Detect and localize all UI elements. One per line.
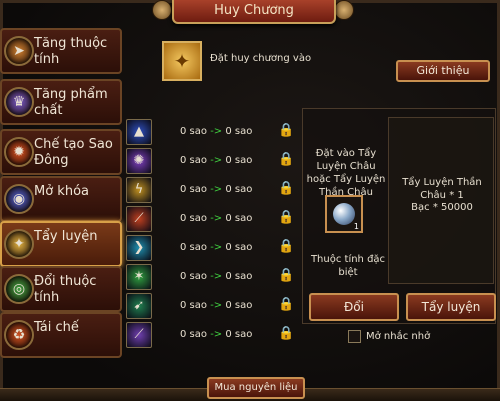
star-to: 0 sao [225, 213, 253, 224]
cost-silver: Bạc * 50000 [411, 202, 473, 213]
forge-icon: ✹ [4, 137, 34, 167]
star-to: 0 sao [225, 155, 253, 166]
green-arrow-icon: ➹ [126, 293, 152, 319]
reminder-checkbox[interactable] [348, 330, 361, 343]
refine-button[interactable]: Tẩy luyện [406, 293, 496, 321]
arrow-icon: -> [210, 126, 223, 137]
blue-gem-icon: ▲ [126, 119, 152, 145]
refine-icon: ✦ [4, 229, 34, 259]
medal-icon: ✦ [173, 49, 191, 73]
reminder-label: Mở nhắc nhở [366, 331, 431, 342]
lock-icon[interactable]: 🔒 [278, 181, 294, 197]
lock-icon[interactable]: 🔒 [278, 210, 294, 226]
refine-instruction: Đặt vào Tẩy Luyện Châu hoặc Tẩy Luyện Th… [306, 148, 386, 198]
star-from: 0 sao [180, 126, 207, 137]
green-claw-icon: ✶ [126, 264, 152, 290]
recycle-icon: ♻ [4, 320, 34, 350]
star-from: 0 sao [180, 213, 207, 224]
arrow-icon: -> [210, 300, 223, 311]
lock-icon[interactable]: 🔒 [278, 123, 294, 139]
title-ornament-right [334, 0, 354, 20]
sidebar-item[interactable]: ◎ Đổi thuộc tính [0, 266, 122, 312]
lock-icon[interactable]: 🔒 [278, 152, 294, 168]
unlock-orb-icon: ◉ [4, 184, 34, 214]
arrow-icon: -> [210, 213, 223, 224]
star-from: 0 sao [180, 300, 207, 311]
star-from: 0 sao [180, 329, 207, 340]
arrow-icon: -> [210, 271, 223, 282]
red-slash-icon: ⟋ [126, 206, 152, 232]
violet-blade-icon: ⟋ [126, 322, 152, 348]
sidebar-item-label: Đổi thuộc tính [34, 274, 97, 305]
crown-icon: ♛ [4, 87, 34, 117]
buy-materials-button[interactable]: Mua nguyên liệu [207, 377, 305, 399]
swap-button[interactable]: Đổi [309, 293, 399, 321]
star-to: 0 sao [225, 271, 253, 282]
lock-icon[interactable]: 🔒 [278, 268, 294, 284]
arrow-icon: -> [210, 184, 223, 195]
star-row: 0 sao -> 0 sao [180, 155, 270, 166]
lock-icon[interactable]: 🔒 [278, 297, 294, 313]
sidebar-item[interactable]: ◉ Mở khóa [0, 176, 122, 222]
arrow-up-icon: ➤ [4, 36, 34, 66]
sidebar-item[interactable]: ➤ Tăng thuộc tính [0, 28, 122, 74]
title-ornament-left [152, 0, 172, 20]
star-from: 0 sao [180, 155, 207, 166]
sidebar-item-label: Tăng phẩm chất [34, 87, 108, 118]
star-to: 0 sao [225, 184, 253, 195]
intro-button[interactable]: Giới thiệu [396, 60, 490, 82]
sidebar-item-label: Tẩy luyện [34, 229, 98, 244]
special-attribute-label: Thuộc tính đặc biệt [310, 254, 386, 278]
sidebar-item-label: Chế tạo Sao Đông [34, 137, 113, 168]
star-from: 0 sao [180, 242, 207, 253]
medal-slot[interactable]: ✦ [162, 41, 202, 81]
sidebar-item-label: Mở khóa [34, 184, 89, 199]
gem-count: 1 [353, 222, 359, 231]
star-row: 0 sao -> 0 sao [180, 300, 270, 311]
arrow-icon: -> [210, 155, 223, 166]
refine-gem-icon [333, 203, 355, 225]
star-to: 0 sao [225, 242, 253, 253]
star-from: 0 sao [180, 271, 207, 282]
star-to: 0 sao [225, 126, 253, 137]
window-title: Huy Chương [172, 0, 336, 24]
lock-icon[interactable]: 🔒 [278, 239, 294, 255]
star-row: 0 sao -> 0 sao [180, 213, 270, 224]
star-row: 0 sao -> 0 sao [180, 329, 270, 340]
lock-icon[interactable]: 🔒 [278, 326, 294, 342]
star-to: 0 sao [225, 300, 253, 311]
star-row: 0 sao -> 0 sao [180, 271, 270, 282]
sidebar-item-label: Tái chế [34, 320, 79, 335]
sidebar-item[interactable]: ✦ Tẩy luyện [0, 221, 122, 267]
star-row: 0 sao -> 0 sao [180, 126, 270, 137]
arrow-icon: -> [210, 242, 223, 253]
cyan-wing-icon: ❯ [126, 235, 152, 261]
gold-bolt-icon: ϟ [126, 177, 152, 203]
star-from: 0 sao [180, 184, 207, 195]
star-to: 0 sao [225, 329, 253, 340]
sidebar-item[interactable]: ✹ Chế tạo Sao Đông [0, 129, 122, 175]
sidebar-item[interactable]: ♛ Tăng phẩm chất [0, 79, 122, 125]
arrow-icon: -> [210, 329, 223, 340]
cost-item: Tẩy Luyện Thần Châu * 1 [402, 177, 482, 201]
sidebar-item[interactable]: ♻ Tái chế [0, 312, 122, 358]
refine-gem-slot[interactable]: 1 [325, 195, 363, 233]
medal-slot-hint: Đặt huy chương vào [210, 53, 312, 64]
star-row: 0 sao -> 0 sao [180, 242, 270, 253]
star-row: 0 sao -> 0 sao [180, 184, 270, 195]
sidebar-item-label: Tăng thuộc tính [34, 36, 108, 67]
swap-orb-icon: ◎ [4, 274, 34, 304]
purple-swirl-icon: ✺ [126, 148, 152, 174]
